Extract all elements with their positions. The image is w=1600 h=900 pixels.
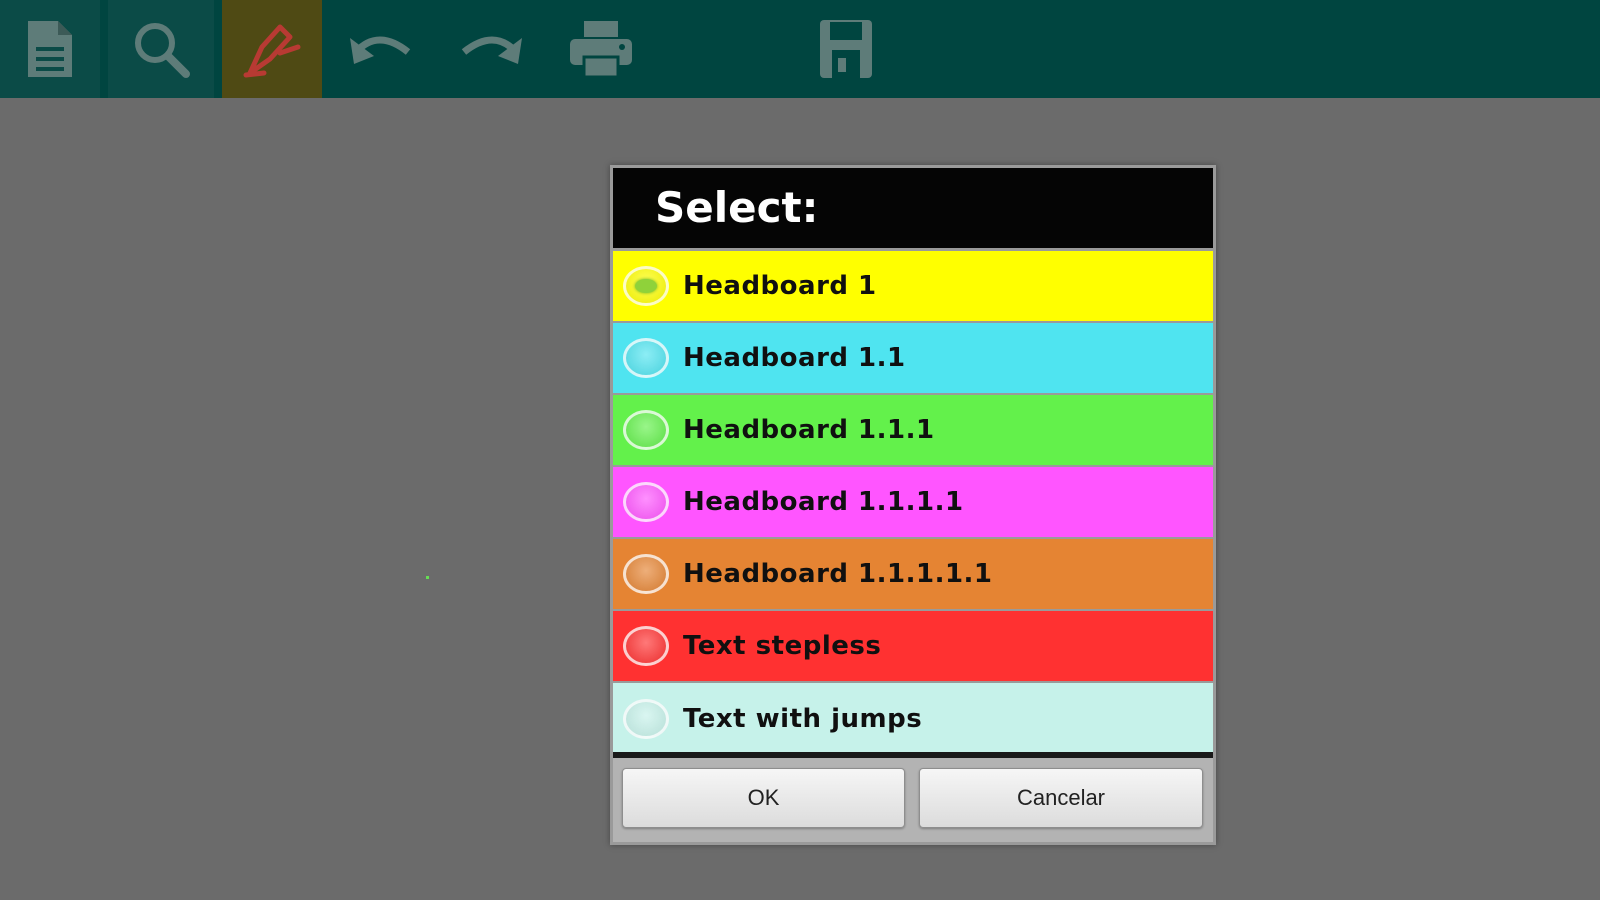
radio-button[interactable] [623,482,669,522]
new-document-button[interactable] [0,0,100,98]
option-label: Text stepless [683,631,882,661]
option-headboard-1-1-1-1[interactable]: Headboard 1.1.1.1 [613,467,1213,537]
radio-button[interactable] [623,266,669,306]
save-icon [820,20,872,78]
save-button[interactable] [795,0,897,98]
cancel-button[interactable]: Cancelar [919,768,1203,828]
radio-button[interactable] [623,554,669,594]
option-text-stepless[interactable]: Text stepless [613,611,1213,681]
option-label: Headboard 1.1.1.1.1 [683,559,993,589]
redo-icon [461,36,522,64]
undo-icon [350,36,411,64]
ok-button[interactable]: OK [622,768,905,828]
canvas-dot [426,576,429,579]
print-icon [570,21,632,79]
option-headboard-1-1-1[interactable]: Headboard 1.1.1 [613,395,1213,465]
search-button[interactable] [108,0,214,98]
option-label: Headboard 1 [683,271,877,301]
option-label: Headboard 1.1 [683,343,906,373]
option-headboard-1[interactable]: Headboard 1 [613,251,1213,321]
radio-button[interactable] [623,338,669,378]
radio-button[interactable] [623,698,669,739]
highlighter-pen-icon [243,24,301,78]
print-button[interactable] [550,0,652,98]
option-headboard-1-1-1-1-1[interactable]: Headboard 1.1.1.1.1 [613,539,1213,609]
highlighter-button[interactable] [222,0,322,98]
option-text-with-jumps[interactable]: Text with jumps [613,683,1213,754]
document-icon [28,21,72,77]
dialog-footer: OK Cancelar [613,758,1213,842]
undo-button[interactable] [330,0,432,98]
option-label: Headboard 1.1.1.1 [683,487,964,517]
option-label: Headboard 1.1.1 [683,415,935,445]
option-headboard-1-1[interactable]: Headboard 1.1 [613,323,1213,393]
option-label: Text with jumps [683,703,923,734]
select-dialog: Select: Headboard 1 Headboard 1.1 Headbo… [610,165,1216,845]
radio-button[interactable] [623,410,669,450]
toolbar [0,0,1600,98]
search-icon [135,23,190,78]
radio-button[interactable] [623,626,669,666]
dialog-title: Select: [613,168,1213,248]
redo-button[interactable] [440,0,542,98]
options-list: Headboard 1 Headboard 1.1 Headboard 1.1.… [613,251,1213,754]
